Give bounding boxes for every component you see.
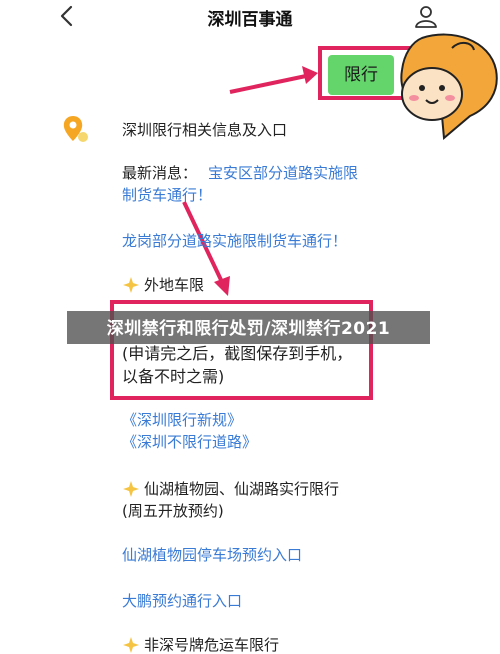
banner-text: 深圳禁行和限行处罚/深圳禁行2021 [106,319,391,339]
dapeng-booking-link[interactable]: 大鹏预约通行入口 [122,590,242,612]
mascot-sticker-icon [400,33,498,141]
limit-button[interactable]: 限行 [328,55,394,95]
xianhu-subtitle: (周五开放预约) [122,502,224,520]
xianhu-parking-link[interactable]: 仙湖植物园停车场预约入口 [122,544,302,566]
outside-car-heading: 外地车限 [144,276,205,294]
news-label: 最新消息： [122,164,198,182]
top-bar: 深圳百事通 [0,0,500,34]
location-pin-icon [63,116,88,142]
note-line: (申请完之后，截图保存到手机， [122,344,353,363]
info-title: 深圳限行相关信息及入口 [122,121,288,139]
news-link-baoan-cont[interactable]: 制货车通行！ [122,184,212,206]
sparkle-icon [123,637,139,653]
news-link-baoan[interactable]: 宝安区部分道路实施限 [208,162,358,184]
sparkle-icon [123,481,139,497]
news-link-longgang[interactable]: 龙岗部分道路实施限制货车通行！ [122,230,347,252]
link-unrestricted-roads[interactable]: 《深圳不限行道路》 [122,431,257,453]
link-new-rules[interactable]: 《深圳限行新规》 [122,409,242,431]
xianhu-heading: 仙湖植物园、仙湖路实行限行 [144,480,340,498]
title-banner: 深圳禁行和限行处罚/深圳禁行2021 [67,311,430,344]
sparkle-icon [123,277,139,293]
user-icon[interactable] [414,4,438,28]
note-line: 以备不时之需) [122,367,225,386]
non-shenzhen-heading: 非深号牌危运车限行 [144,636,280,654]
